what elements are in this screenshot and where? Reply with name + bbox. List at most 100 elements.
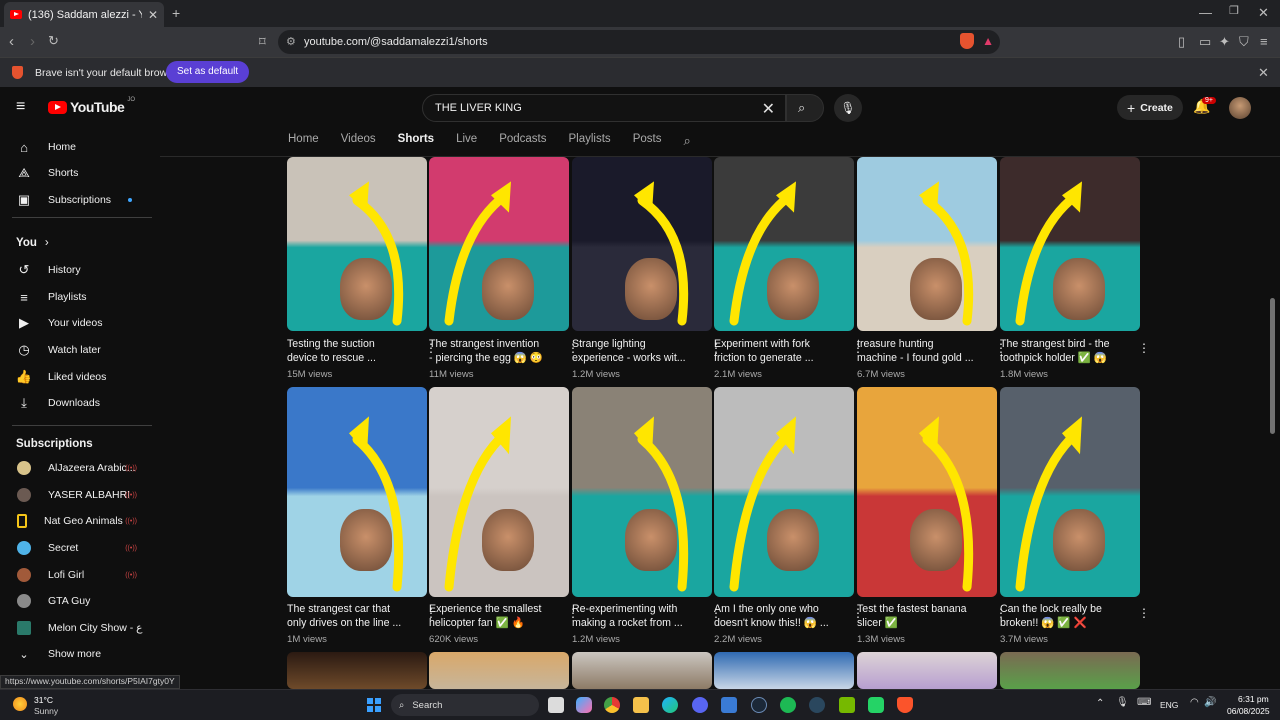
brave-rewards-icon[interactable]: ▲	[982, 34, 994, 48]
menu-icon[interactable]: ≡	[1260, 35, 1268, 48]
short-thumbnail[interactable]	[572, 157, 712, 331]
short-title[interactable]: treasure hunting machine - I found gold .…	[857, 337, 981, 365]
sidebar-you-header[interactable]: You ›	[0, 230, 155, 256]
youtube-logo[interactable]: YouTube JO	[48, 97, 135, 115]
short-thumbnail[interactable]	[429, 157, 569, 331]
short-thumbnail[interactable]	[714, 652, 854, 689]
weather-icon[interactable]	[13, 697, 27, 711]
chrome-icon[interactable]	[604, 697, 620, 713]
task-view-icon[interactable]	[548, 697, 564, 713]
short-title[interactable]: Experience the smallest helicopter fan ✅ …	[429, 602, 553, 630]
sidebar-item-home[interactable]: ⌂ Home	[0, 134, 155, 160]
tab-posts[interactable]: Posts	[633, 133, 662, 151]
short-title[interactable]: Am I the only one who doesn't know this!!…	[714, 602, 838, 630]
short-title[interactable]: The strangest bird - the toothpick holder…	[1000, 337, 1124, 365]
sidebar-toggle-icon[interactable]: ▯	[1178, 35, 1185, 48]
create-button[interactable]: + Create	[1117, 95, 1183, 120]
set-default-button[interactable]: Set as default	[166, 61, 250, 83]
subscription-item[interactable]: Melon City Show - ع	[0, 615, 155, 641]
keyboard-icon[interactable]: ⌨	[1137, 697, 1151, 708]
short-title[interactable]: Can the lock really be broken!! 😱 ✅ ❌	[1000, 602, 1124, 630]
show-more-button[interactable]: ⌄ Show more	[0, 641, 155, 667]
tab-videos[interactable]: Videos	[341, 133, 376, 151]
short-thumbnail[interactable]	[429, 652, 569, 689]
short-title[interactable]: Re-experimenting with making a rocket fro…	[572, 602, 696, 630]
subscription-item[interactable]: YASER ALBAHRI ((•))	[0, 482, 155, 508]
sidebar-item-your-videos[interactable]: ▶ Your videos	[0, 310, 155, 336]
subscription-item[interactable]: GTA Guy	[0, 588, 155, 614]
close-window-icon[interactable]: ✕	[1258, 6, 1269, 19]
sidebar-item-subscriptions[interactable]: ▣ Subscriptions	[0, 187, 155, 213]
channel-search-icon[interactable]: ⌕	[683, 133, 690, 151]
reload-icon[interactable]: ↻	[48, 34, 59, 47]
short-title[interactable]: The strangest invention - piercing the eg…	[429, 337, 553, 365]
wallet-icon[interactable]: ▭	[1199, 35, 1211, 48]
sidebar-item-history[interactable]: ↺ History	[0, 257, 155, 283]
short-thumbnail[interactable]	[572, 652, 712, 689]
sidebar-item-downloads[interactable]: ⤓ Downloads	[0, 390, 155, 416]
tab-live[interactable]: Live	[456, 133, 477, 151]
close-infobar-icon[interactable]: ✕	[1258, 66, 1269, 79]
steam-alt-icon[interactable]	[809, 697, 825, 713]
more-options-icon[interactable]: ⋮	[1138, 341, 1150, 355]
sidebar-item-shorts[interactable]: ⟁ Shorts	[0, 160, 155, 186]
browser-tab[interactable]: (136) Saddam alezzi - YouTube ✕	[4, 2, 164, 27]
whatsapp-icon[interactable]	[868, 697, 884, 713]
sidebar-item-liked-videos[interactable]: 👍 Liked videos	[0, 364, 155, 390]
close-tab-icon[interactable]: ✕	[148, 8, 158, 22]
subscription-item[interactable]: AlJazeera Arabic... ((•))	[0, 455, 155, 481]
search-button[interactable]: ⌕	[786, 94, 824, 122]
short-thumbnail[interactable]	[572, 387, 712, 597]
avatar[interactable]	[1229, 97, 1251, 119]
steam-icon[interactable]	[751, 697, 767, 713]
tray-chevron-icon[interactable]: ⌃	[1096, 698, 1104, 709]
sidebar-item-playlists[interactable]: ≡ Playlists	[0, 284, 155, 310]
leo-ai-icon[interactable]: ✦	[1219, 35, 1230, 48]
brave-icon[interactable]	[897, 697, 913, 713]
language-indicator[interactable]: ENG	[1160, 700, 1178, 710]
forward-icon[interactable]: ›	[30, 34, 35, 49]
more-options-icon[interactable]: ⋮	[1138, 606, 1150, 620]
mic-icon[interactable]: 🎙	[1116, 697, 1129, 708]
short-thumbnail[interactable]	[714, 387, 854, 597]
short-title[interactable]: Strange lighting experience - works wit..…	[572, 337, 696, 365]
address-field[interactable]: ⚙ youtube.com/@saddamalezzi1/shorts ▲	[278, 30, 1000, 54]
tab-home[interactable]: Home	[288, 133, 319, 151]
edge-icon[interactable]	[662, 697, 678, 713]
site-info-icon[interactable]: ⚙	[286, 35, 296, 48]
clear-search-icon[interactable]: ✕	[762, 99, 775, 119]
vpn-icon[interactable]: ⛉	[1239, 35, 1249, 48]
bookmark-icon[interactable]: ⌑	[259, 35, 266, 48]
short-thumbnail[interactable]	[1000, 157, 1140, 331]
clock-date[interactable]: 06/08/2025	[1227, 706, 1270, 716]
volume-icon[interactable]: 🔊	[1204, 697, 1216, 708]
clock-time[interactable]: 6:31 pm	[1238, 694, 1269, 704]
short-thumbnail[interactable]	[714, 157, 854, 331]
short-title[interactable]: Testing the suction device to rescue ...	[287, 337, 411, 365]
short-thumbnail[interactable]	[857, 652, 997, 689]
short-thumbnail[interactable]	[287, 652, 427, 689]
subscription-item[interactable]: Nat Geo Animals ((•))	[0, 508, 155, 534]
short-thumbnail[interactable]	[429, 387, 569, 597]
short-thumbnail[interactable]	[857, 157, 997, 331]
minimize-icon[interactable]: —	[1199, 6, 1212, 19]
spotify-icon[interactable]	[780, 697, 796, 713]
hamburger-menu-icon[interactable]: ≡	[16, 98, 25, 116]
taskbar-search[interactable]: ⌕ Search	[391, 694, 539, 716]
subscription-item[interactable]: Lofi Girl ((•))	[0, 562, 155, 588]
short-thumbnail[interactable]	[857, 387, 997, 597]
new-tab-icon[interactable]: +	[172, 6, 180, 20]
store-icon[interactable]	[721, 697, 737, 713]
file-explorer-icon[interactable]	[633, 697, 649, 713]
discord-icon[interactable]	[692, 697, 708, 713]
wifi-icon[interactable]: ◠	[1190, 697, 1199, 708]
search-input[interactable]: THE LIVER KING ✕	[422, 94, 786, 122]
short-thumbnail[interactable]	[287, 387, 427, 597]
back-icon[interactable]: ‹	[9, 34, 14, 49]
tab-shorts[interactable]: Shorts	[398, 133, 434, 151]
short-title[interactable]: Experiment with fork friction to generate…	[714, 337, 838, 365]
tab-playlists[interactable]: Playlists	[569, 133, 611, 151]
voice-search-button[interactable]: 🎙	[834, 94, 862, 122]
page-scrollbar[interactable]	[1270, 298, 1275, 434]
short-thumbnail[interactable]	[1000, 387, 1140, 597]
